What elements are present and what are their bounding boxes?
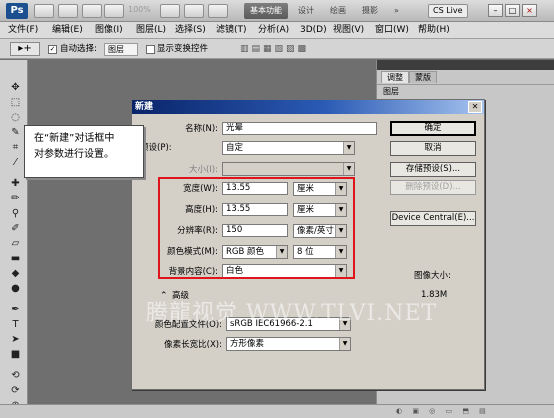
workspace-design[interactable]: 设计 xyxy=(292,3,320,19)
menu-file[interactable]: 文件(F) xyxy=(8,24,38,37)
image-size-label: 图像大小: xyxy=(414,271,451,281)
dialog-title: 新建 xyxy=(135,102,154,112)
preset-label: 预设(P): xyxy=(140,143,172,153)
eyedropper-tool-icon[interactable]: ⁄ xyxy=(9,157,22,169)
menu-bar: 文件(F) 编辑(E) 图像(I) 图层(L) 选择(S) 滤镜(T) 分析(A… xyxy=(0,22,554,39)
auto-select-label: 自动选择: xyxy=(60,44,97,54)
auto-select-value: 图层 xyxy=(108,45,124,54)
name-label: 名称(N): xyxy=(185,124,218,134)
panel-layers-label[interactable]: 图层 xyxy=(383,86,399,98)
menu-image[interactable]: 图像(I) xyxy=(95,24,123,37)
highlight-frame xyxy=(158,177,355,279)
align-icons[interactable]: ▥▤▦▧▨▩ xyxy=(240,43,370,56)
pixel-aspect-label: 像素长宽比(X): xyxy=(164,340,222,350)
marquee-tool-icon[interactable]: ⬚ xyxy=(9,97,22,109)
minimize-button[interactable]: – xyxy=(488,4,503,17)
menu-view[interactable]: 视图(V) xyxy=(333,24,364,37)
healing-brush-tool-icon[interactable]: ✚ xyxy=(9,178,22,190)
cs-live-label: CS Live xyxy=(433,6,463,15)
device-central-button[interactable]: Device Central(E)... xyxy=(390,211,476,226)
move-tool-icon[interactable]: ✥ xyxy=(9,82,22,94)
3d-rotate-tool-icon[interactable]: ⟲ xyxy=(9,370,22,382)
workspace-essentials[interactable]: 基本功能 xyxy=(244,3,288,19)
name-value: 光晕 xyxy=(226,123,244,133)
zoom-level[interactable]: 100% xyxy=(128,5,151,14)
rotate-view-icon[interactable] xyxy=(160,4,180,18)
auto-select-dropdown[interactable]: 图层 xyxy=(104,43,138,56)
menu-layer[interactable]: 图层(L) xyxy=(136,24,166,37)
show-transform-label: 显示变换控件 xyxy=(157,44,209,54)
dialog-close-icon[interactable]: ✕ xyxy=(468,101,482,113)
type-tool-icon[interactable]: T xyxy=(9,319,22,331)
delete-preset-button: 删除预设(D)... xyxy=(390,180,476,195)
stamp-tool-icon[interactable]: ⚲ xyxy=(9,208,22,220)
menu-edit[interactable]: 编辑(E) xyxy=(52,24,83,37)
auto-select-checkbox[interactable]: ✓ xyxy=(48,45,57,54)
name-field[interactable]: 光晕 xyxy=(222,122,377,135)
cs-live-button[interactable]: CS Live xyxy=(428,4,468,18)
tab-adjustments[interactable]: 调整 xyxy=(381,71,409,83)
menu-select[interactable]: 选择(S) xyxy=(175,24,206,37)
show-transform-checkbox[interactable] xyxy=(146,45,155,54)
pixel-aspect-select[interactable]: 方形像素 ▼ xyxy=(226,337,351,351)
callout-line-1: 在“新建”对话框中 xyxy=(34,133,115,144)
bridge-icon[interactable] xyxy=(34,4,54,18)
workspace-photography[interactable]: 摄影 xyxy=(356,3,384,19)
chevron-down-icon: ▼ xyxy=(343,163,354,175)
menu-analysis[interactable]: 分析(A) xyxy=(258,24,289,37)
history-brush-tool-icon[interactable]: ✐ xyxy=(9,223,22,235)
menu-help[interactable]: 帮助(H) xyxy=(418,24,450,37)
quick-select-tool-icon[interactable]: ✎ xyxy=(9,127,22,139)
hand-icon[interactable] xyxy=(82,4,102,18)
maximize-button[interactable]: □ xyxy=(505,4,520,17)
dialog-title-bar[interactable]: 新建 ✕ xyxy=(132,100,484,114)
application-title-bar: Ps 100% 基本功能 设计 绘画 摄影 » CS Live – □ × xyxy=(0,0,554,22)
menu-3d[interactable]: 3D(D) xyxy=(300,24,327,37)
workspace-painting[interactable]: 绘画 xyxy=(324,3,352,19)
crop-tool-icon[interactable]: ⌗ xyxy=(9,142,22,154)
path-select-tool-icon[interactable]: ➤ xyxy=(9,334,22,346)
photoshop-logo: Ps xyxy=(6,3,28,19)
size-label: 大小(I): xyxy=(188,165,218,175)
zoom-tool-icon[interactable] xyxy=(104,4,124,18)
chevron-down-icon: ▼ xyxy=(339,338,350,350)
pen-tool-icon[interactable]: ✒ xyxy=(9,304,22,316)
size-select: ▼ xyxy=(222,162,355,176)
cancel-button[interactable]: 取消 xyxy=(390,141,476,156)
gradient-tool-icon[interactable]: ▬ xyxy=(9,253,22,265)
screen-mode-icon[interactable] xyxy=(208,4,228,18)
watermark-text: 腾龍视觉 WWW.TLVI.NET xyxy=(146,301,438,326)
save-preset-button[interactable]: 存储预设(S)... xyxy=(390,162,476,177)
workspace-more-icon[interactable]: » xyxy=(388,3,405,19)
callout-line-2: 对参数进行设置。 xyxy=(34,149,114,160)
preset-select[interactable]: 自定 ▼ xyxy=(222,141,355,155)
lasso-tool-icon[interactable]: ◌ xyxy=(9,112,22,124)
shape-tool-icon[interactable]: ■ xyxy=(9,349,22,361)
tab-masks[interactable]: 蒙版 xyxy=(409,71,437,83)
ok-button[interactable]: 确定 xyxy=(390,121,476,136)
menu-filter[interactable]: 滤镜(T) xyxy=(216,24,247,37)
eraser-tool-icon[interactable]: ▱ xyxy=(9,238,22,250)
blur-tool-icon[interactable]: ◆ xyxy=(9,268,22,280)
panel-bottom-icons[interactable]: ◐ ▣ ◎ ▭ ⬒ ▤ xyxy=(396,407,536,416)
arrange-documents-icon[interactable] xyxy=(184,4,204,18)
mini-bridge-icon[interactable] xyxy=(58,4,78,18)
tutorial-callout: 在“新建”对话框中 对参数进行设置。 xyxy=(24,125,144,178)
menu-window[interactable]: 窗口(W) xyxy=(375,24,409,37)
brush-tool-icon[interactable]: ✏ xyxy=(9,193,22,205)
panel-dock-header xyxy=(377,60,554,70)
dodge-tool-icon[interactable]: ● xyxy=(9,283,22,295)
status-bar: ◐ ▣ ◎ ▭ ⬒ ▤ xyxy=(0,404,554,418)
move-tool-preset-icon[interactable]: ▸+ xyxy=(10,42,40,56)
chevron-down-icon: ▼ xyxy=(343,142,354,154)
preset-value: 自定 xyxy=(226,143,244,153)
close-button[interactable]: × xyxy=(522,4,537,17)
tools-panel: ✥ ⬚ ◌ ✎ ⌗ ⁄ ✚ ✏ ⚲ ✐ ▱ ▬ ◆ ● ✒ T ➤ ■ ⟲ ⟳ … xyxy=(0,60,28,418)
pixel-aspect-value: 方形像素 xyxy=(230,339,265,349)
panel-divider xyxy=(377,84,554,85)
3d-orbit-tool-icon[interactable]: ⟳ xyxy=(9,385,22,397)
